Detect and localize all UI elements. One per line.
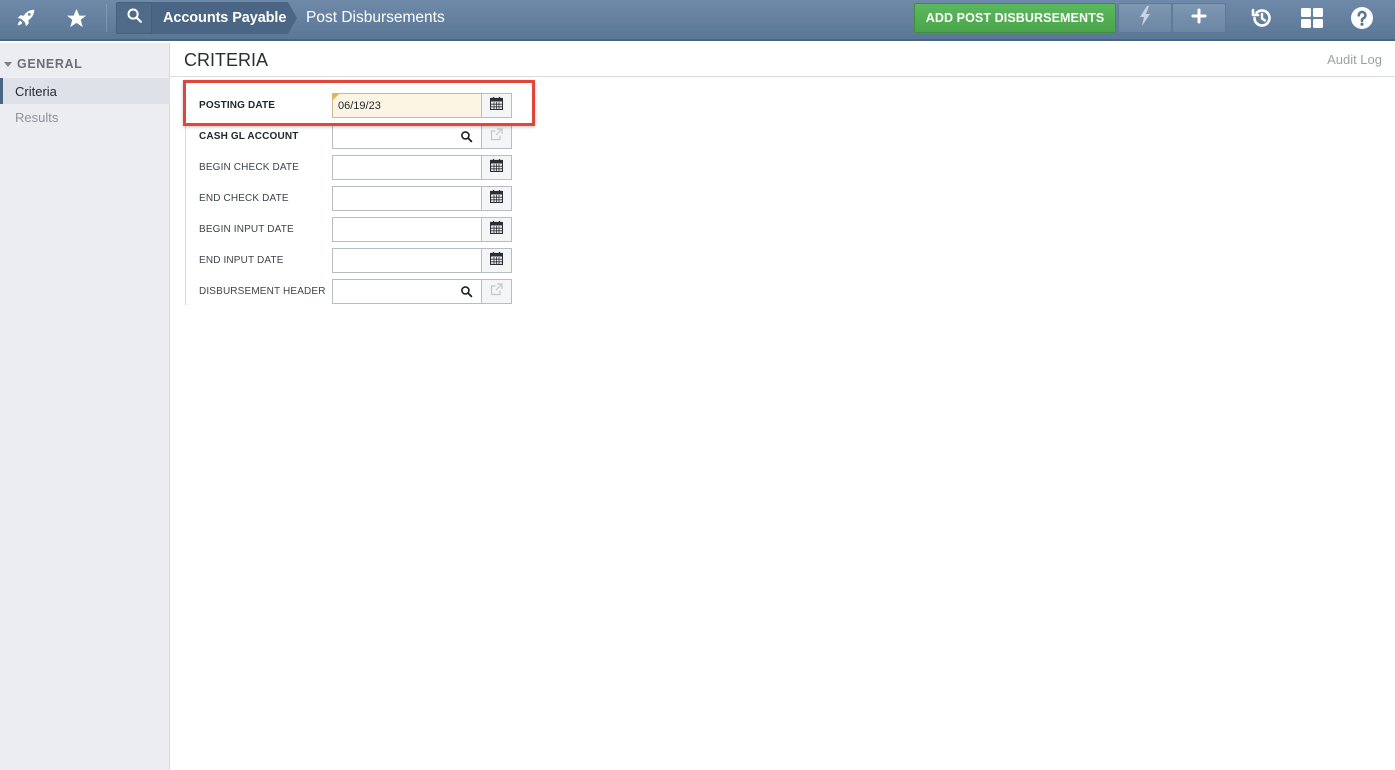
cash-gl-account-input[interactable] (332, 124, 482, 149)
end-check-date-input[interactable] (332, 186, 482, 211)
calendar-icon (489, 158, 504, 177)
begin-check-date-input[interactable] (332, 155, 482, 180)
breadcrumb-separator (288, 2, 297, 34)
disbursement-header-open-button[interactable] (481, 279, 512, 304)
add-button[interactable] (1172, 3, 1226, 33)
disbursement-header-input[interactable] (332, 279, 482, 304)
begin-input-date-label: BEGIN INPUT DATE (199, 224, 294, 235)
help-icon[interactable] (1342, 0, 1382, 36)
end-input-date-calendar-button[interactable] (481, 248, 512, 273)
top-bar: Accounts Payable Post Disbursements ADD … (0, 0, 1395, 41)
sidebar-item-label: Criteria (15, 83, 57, 99)
end-input-date-input[interactable] (332, 248, 482, 273)
end-check-date-label: END CHECK DATE (199, 193, 289, 204)
external-link-icon (490, 127, 503, 146)
plus-icon (1191, 8, 1207, 29)
search-button[interactable] (116, 2, 152, 34)
star-icon[interactable] (56, 0, 96, 36)
calendar-icon (489, 189, 504, 208)
page-title: CRITERIA (184, 50, 269, 70)
sidebar-section-general[interactable]: GENERAL (4, 56, 82, 72)
caret-down-icon (4, 61, 12, 67)
sidebar: GENERAL Criteria Results (0, 43, 170, 770)
divider (170, 76, 1395, 77)
begin-check-date-label: BEGIN CHECK DATE (199, 162, 300, 173)
add-post-disbursements-button[interactable]: ADD POST DISBURSEMENTS (914, 3, 1116, 33)
rocket-icon[interactable] (6, 0, 46, 36)
breadcrumb-module[interactable]: Accounts Payable (152, 2, 288, 34)
audit-log-link[interactable]: Audit Log (1327, 52, 1382, 67)
sidebar-item-results[interactable]: Results (0, 104, 170, 130)
begin-check-date-calendar-button[interactable] (481, 155, 512, 180)
calendar-icon (489, 251, 504, 270)
bolt-icon (1138, 5, 1152, 31)
end-input-date-label: END INPUT DATE (199, 255, 284, 266)
external-link-icon (490, 282, 503, 301)
end-check-date-calendar-button[interactable] (481, 186, 512, 211)
disbursement-header-label: DISBURSEMENT HEADER (199, 286, 326, 297)
grid-icon[interactable] (1292, 0, 1332, 36)
posting-date-highlight (183, 80, 535, 126)
search-icon (126, 7, 143, 29)
begin-input-date-input[interactable] (332, 217, 482, 242)
begin-input-date-calendar-button[interactable] (481, 217, 512, 242)
history-icon[interactable] (1242, 0, 1282, 36)
search-icon[interactable] (460, 130, 473, 146)
cash-gl-account-label: CASH GL ACCOUNT (199, 131, 299, 142)
sidebar-section-label: GENERAL (17, 57, 83, 71)
sidebar-item-label: Results (15, 109, 59, 125)
breadcrumb-page-title: Post Disbursements (306, 9, 445, 26)
sidebar-item-criteria[interactable]: Criteria (0, 78, 170, 104)
search-icon[interactable] (460, 285, 473, 301)
quick-actions-button[interactable] (1118, 3, 1172, 33)
divider (106, 4, 107, 32)
calendar-icon (489, 220, 504, 239)
divider (185, 95, 186, 305)
cash-gl-account-open-button[interactable] (481, 124, 512, 149)
